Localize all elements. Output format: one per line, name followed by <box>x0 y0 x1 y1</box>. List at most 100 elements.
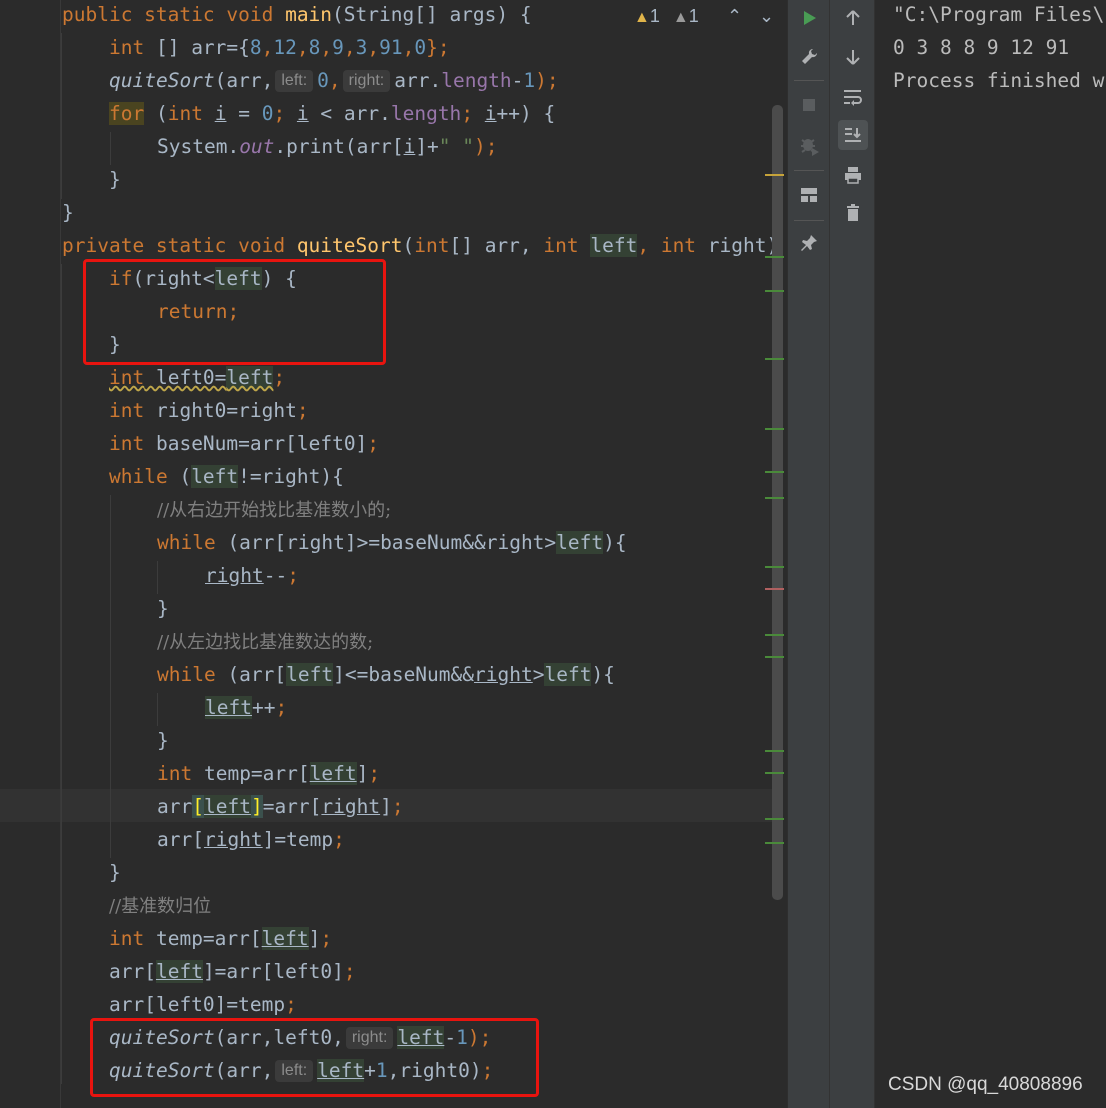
soft-wrap-icon[interactable] <box>838 82 868 112</box>
code-text: System. <box>157 135 240 158</box>
code-line[interactable]: quiteSort(arr, left: 0, right: arr.length-1)… <box>109 64 559 97</box>
variable: i <box>214 102 227 125</box>
code-editor[interactable]: public static void main(String[] args) {… <box>0 0 787 1108</box>
parameter: right <box>474 663 533 686</box>
toolbar-separator <box>794 80 824 81</box>
rerun-icon[interactable] <box>794 3 824 33</box>
code-line[interactable]: for (int i = 0; i < arr.length; i++) { <box>109 97 555 130</box>
debug-icon[interactable] <box>794 130 824 160</box>
code-line[interactable]: int right0=right; <box>109 394 309 427</box>
code-line[interactable]: System.out.print(arr[i]+" "); <box>157 130 498 163</box>
parameter: left <box>191 465 239 488</box>
code-line[interactable]: int temp=arr[left]; <box>157 757 380 790</box>
field: length <box>390 102 462 125</box>
code-line[interactable]: arr[left]=arr[left0]; <box>109 955 356 988</box>
code-line[interactable]: while (arr[right]>=baseNum&&right>left){ <box>157 526 627 559</box>
trash-icon[interactable] <box>838 198 868 228</box>
console-output[interactable]: "C:\Program Files\ 0 3 8 8 9 12 91 Proce… <box>874 0 1106 1108</box>
variable: i <box>484 102 497 125</box>
code-line[interactable]: //从左边找比基准数达的数; <box>157 625 373 658</box>
code-line[interactable]: right--; <box>205 559 299 592</box>
pin-icon[interactable] <box>794 228 824 258</box>
parameter: left <box>226 366 274 389</box>
terminator: ; <box>320 927 333 950</box>
terminator: ); <box>474 135 498 158</box>
code-line[interactable]: } <box>109 163 121 196</box>
chevron-down-icon[interactable]: ⌄ <box>759 0 774 33</box>
terminator: ; <box>285 993 297 1016</box>
vertical-scrollbar[interactable] <box>772 105 783 900</box>
code-line[interactable]: } <box>157 724 169 757</box>
code-line[interactable]: arr[left]=arr[right]; <box>157 790 404 823</box>
code-line[interactable]: while (left!=right){ <box>109 460 344 493</box>
change-mark <box>765 818 784 820</box>
code-text: = <box>226 102 262 125</box>
code-text: arr <box>157 795 193 818</box>
up-arrow-icon[interactable] <box>838 3 868 33</box>
number: 1 <box>523 69 536 92</box>
change-mark <box>765 497 784 499</box>
parameter-hint: right: <box>342 70 391 92</box>
code-text: ]+ <box>415 135 439 158</box>
code-line[interactable]: int temp=arr[left]; <box>109 922 332 955</box>
inspection-widget[interactable]: ▲1 ▲1 <box>634 0 699 33</box>
code-line[interactable]: } <box>62 196 74 229</box>
change-mark <box>765 772 784 774</box>
watermark: CSDN @qq_40808896 <box>888 1074 1083 1095</box>
code-text: ){ <box>591 663 615 686</box>
code-line[interactable]: } <box>109 856 121 889</box>
code-line[interactable]: int baseNum=arr[left0]; <box>109 427 379 460</box>
layout-icon[interactable] <box>794 180 824 210</box>
comma: , <box>328 69 341 92</box>
comma: , <box>343 36 356 59</box>
weak-warning-icon: ▲ <box>672 9 689 26</box>
keyword: int <box>109 927 145 950</box>
parameter-hint: left: <box>275 70 314 92</box>
keyword: int <box>167 102 203 125</box>
change-mark <box>765 428 784 430</box>
change-mark <box>765 358 784 360</box>
number: 9 <box>332 36 344 59</box>
code-line[interactable]: //基准数归位 <box>109 889 211 922</box>
operator: -- <box>263 564 288 587</box>
code-text: [] arr={ <box>144 36 250 59</box>
error-stripe-mark[interactable] <box>765 588 784 590</box>
parameter: right <box>205 564 264 587</box>
keyword: public static void <box>62 3 274 26</box>
code-line[interactable]: //从右边开始找比基准数小的; <box>157 493 391 526</box>
keyword: int <box>543 234 579 257</box>
code-text: } <box>109 168 121 191</box>
keyword: for <box>109 102 145 125</box>
code-line[interactable]: private static void quiteSort(int[] arr,… <box>62 229 778 262</box>
code-line[interactable]: arr[left0]=temp; <box>109 988 297 1021</box>
terminator: ); <box>535 69 559 92</box>
parameter: left <box>590 234 638 257</box>
stop-icon[interactable] <box>794 90 824 120</box>
code-line[interactable]: int [] arr={8,12,8,9,3,91,0}; <box>109 31 450 64</box>
keyword: int <box>109 366 145 389</box>
wrench-icon[interactable] <box>794 42 824 72</box>
parameter: left <box>203 795 251 818</box>
down-arrow-icon[interactable] <box>838 42 868 72</box>
code-line[interactable]: int left0=left; <box>109 361 285 394</box>
number: 0 <box>414 36 427 59</box>
scroll-to-end-icon[interactable] <box>838 120 868 150</box>
code-text: arr[left0]=temp <box>109 993 286 1016</box>
change-mark <box>765 842 784 844</box>
run-toolbar <box>787 0 875 1108</box>
code-line[interactable]: arr[right]=temp; <box>157 823 345 856</box>
code-line[interactable]: left++; <box>205 691 287 724</box>
terminator: ; <box>367 432 380 455</box>
warning-stripe-mark[interactable] <box>765 174 784 176</box>
print-icon[interactable] <box>838 160 868 190</box>
code-text: } <box>157 729 169 752</box>
terminator: ; <box>343 960 356 983</box>
code-line[interactable]: while (arr[left]<=baseNum&&right>left){ <box>157 658 615 691</box>
console-line: "C:\Program Files\ <box>893 3 1105 26</box>
code-line[interactable]: } <box>157 592 169 625</box>
toolbar-divider <box>829 0 830 1108</box>
terminator: ; <box>391 795 404 818</box>
code-line[interactable]: public static void main(String[] args) { <box>62 0 532 31</box>
chevron-up-icon[interactable]: ⌃ <box>727 0 742 33</box>
